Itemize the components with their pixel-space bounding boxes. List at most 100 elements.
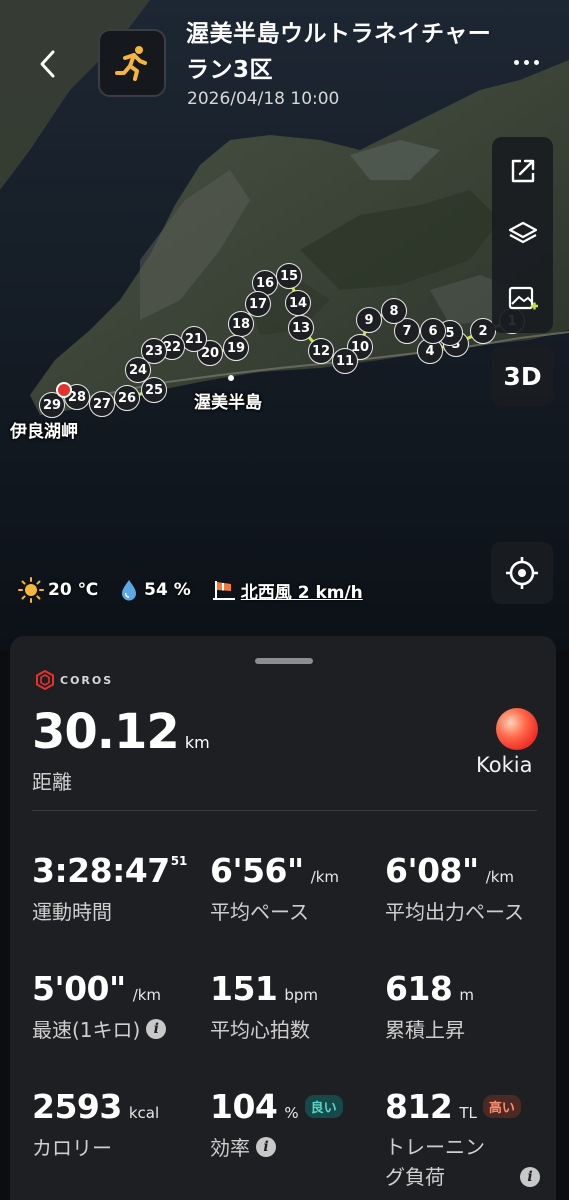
share-icon	[511, 159, 534, 183]
stat-avg-heart-rate: 151 bpm 平均心拍数	[210, 969, 318, 1043]
stat-label-line1: トレーニン	[385, 1135, 485, 1159]
stat-value: 104	[210, 1087, 278, 1126]
crosshair-icon	[506, 557, 538, 589]
start-pin	[56, 382, 72, 398]
route-marker[interactable]: 15	[276, 263, 302, 289]
add-image-icon	[508, 286, 538, 310]
route-marker[interactable]: 12	[308, 338, 334, 364]
efficiency-badge: 良い	[304, 1095, 343, 1118]
stat-avg-power-pace: 6'08" /km 平均出力ペース	[385, 851, 524, 925]
activity-datetime: 2026/04/18 10:00	[187, 89, 340, 109]
stat-training-load: 812 TL 高い トレーニン グ負荷 i	[385, 1087, 540, 1192]
stat-label: 平均出力ペース	[385, 900, 524, 924]
stat-value: 618	[385, 969, 453, 1008]
stat-duration: 3:28:47 51 運動時間	[32, 851, 187, 925]
activity-summary-sheet: COROS 30.12 km 距離 Kokia 3:28:47 51 運動時間 …	[10, 636, 556, 1200]
route-marker[interactable]: 26	[114, 385, 140, 411]
stat-label: 平均ペース	[210, 900, 309, 924]
weather-row: 20 ℃ 54 % 北西風 2 km/h	[18, 575, 383, 605]
stat-value: 3:28:47	[32, 851, 170, 890]
drag-handle[interactable]	[255, 658, 313, 664]
music-app-name[interactable]: Kokia	[476, 753, 532, 777]
recenter-button[interactable]	[491, 542, 553, 604]
route-marker[interactable]: 27	[89, 391, 115, 417]
more-dot	[523, 59, 529, 65]
place-label-peninsula: 渥美半島	[194, 393, 262, 413]
stat-fraction: 51	[170, 854, 188, 868]
stat-calories: 2593 kcal カロリー	[32, 1087, 159, 1161]
coros-logo: COROS	[34, 669, 113, 691]
stat-unit: /km	[132, 986, 162, 1004]
header: 渥美半島ウルトラネイチャーラン3区 2026/04/18 10:00	[0, 0, 569, 120]
stat-avg-pace: 6'56" /km 平均ペース	[210, 851, 339, 925]
water-drop-icon	[122, 580, 137, 601]
wind-flag-icon	[212, 581, 235, 600]
stat-value: 5'00"	[32, 969, 126, 1008]
humidity: 54 %	[118, 578, 191, 602]
route-marker[interactable]: 9	[356, 307, 382, 333]
stat-unit: m	[459, 986, 475, 1004]
stat-value: 6'08"	[385, 851, 479, 890]
stat-unit: /km	[485, 868, 515, 886]
activity-title: 渥美半島ウルトラネイチャーラン3区	[186, 21, 492, 83]
add-photo-button[interactable]	[492, 269, 553, 329]
divider	[32, 810, 537, 811]
stat-unit: %	[284, 1104, 299, 1122]
sport-type-badge	[98, 29, 166, 97]
place-dot	[228, 375, 234, 381]
stat-elevation-gain: 618 m 累積上昇	[385, 969, 474, 1043]
coros-mark-icon	[36, 669, 54, 691]
info-icon[interactable]: i	[146, 1018, 167, 1039]
kokia-logo-icon[interactable]	[496, 708, 538, 750]
stat-value: 6'56"	[210, 851, 304, 890]
stat-value: 151	[210, 969, 278, 1008]
stat-value: 2593	[32, 1087, 122, 1126]
layers-icon	[508, 221, 537, 244]
info-icon[interactable]: i	[256, 1136, 276, 1157]
route-marker[interactable]: 13	[288, 315, 314, 341]
share-button[interactable]	[492, 141, 553, 201]
sun-icon	[18, 577, 44, 603]
wind: 北西風 2 km/h	[211, 578, 363, 603]
wind-value: 北西風 2 km/h	[240, 582, 363, 603]
route-marker[interactable]: 18	[228, 311, 254, 337]
place-label-cape: 伊良湖岬	[10, 422, 78, 442]
map-layers-button[interactable]	[492, 204, 553, 264]
stat-label: 最速(1キロ)	[32, 1018, 141, 1042]
route-map[interactable]: 1 2 3 4 5 6 7 8 9 10 11 12 13 14 15 16 1…	[0, 0, 569, 650]
stat-label-line2: グ負荷	[385, 1165, 445, 1189]
stat-unit: kcal	[128, 1104, 160, 1122]
temperature: 20 ℃	[18, 577, 98, 603]
stat-label: 運動時間	[32, 900, 112, 924]
route-marker[interactable]: 25	[141, 377, 167, 403]
more-dot	[533, 59, 539, 65]
3d-toggle-button[interactable]: 3D	[492, 345, 553, 407]
stat-label: 効率	[210, 1136, 250, 1160]
training-load-badge: 高い	[482, 1095, 521, 1118]
stat-label: 平均心拍数	[210, 1018, 310, 1042]
chevron-left-icon	[40, 50, 55, 78]
route-marker[interactable]: 11	[332, 348, 358, 374]
route-marker[interactable]: 14	[285, 290, 311, 316]
running-icon	[115, 46, 147, 81]
stat-label: 累積上昇	[385, 1018, 465, 1042]
distance-value: 30.12 km	[32, 704, 210, 760]
brand-name: COROS	[60, 673, 114, 687]
stat-unit: TL	[459, 1104, 477, 1122]
stat-value: 812	[385, 1087, 453, 1126]
more-options-button[interactable]	[506, 50, 546, 74]
distance-label: 距離	[32, 770, 72, 794]
temperature-value: 20 ℃	[48, 580, 99, 600]
stat-unit: bpm	[284, 986, 319, 1004]
stat-efficiency: 104 % 良い 効率 i	[210, 1087, 343, 1161]
distance-unit: km	[184, 733, 210, 752]
route-marker[interactable]: 6	[420, 318, 446, 344]
route-marker[interactable]: 19	[223, 335, 249, 361]
route-marker[interactable]: 8	[381, 298, 407, 324]
info-icon[interactable]: i	[520, 1167, 540, 1187]
stat-unit: /km	[310, 868, 340, 886]
more-dot	[513, 59, 519, 65]
map-tools-panel	[492, 137, 553, 333]
distance-number: 30.12	[32, 704, 180, 760]
back-button[interactable]	[30, 44, 66, 84]
